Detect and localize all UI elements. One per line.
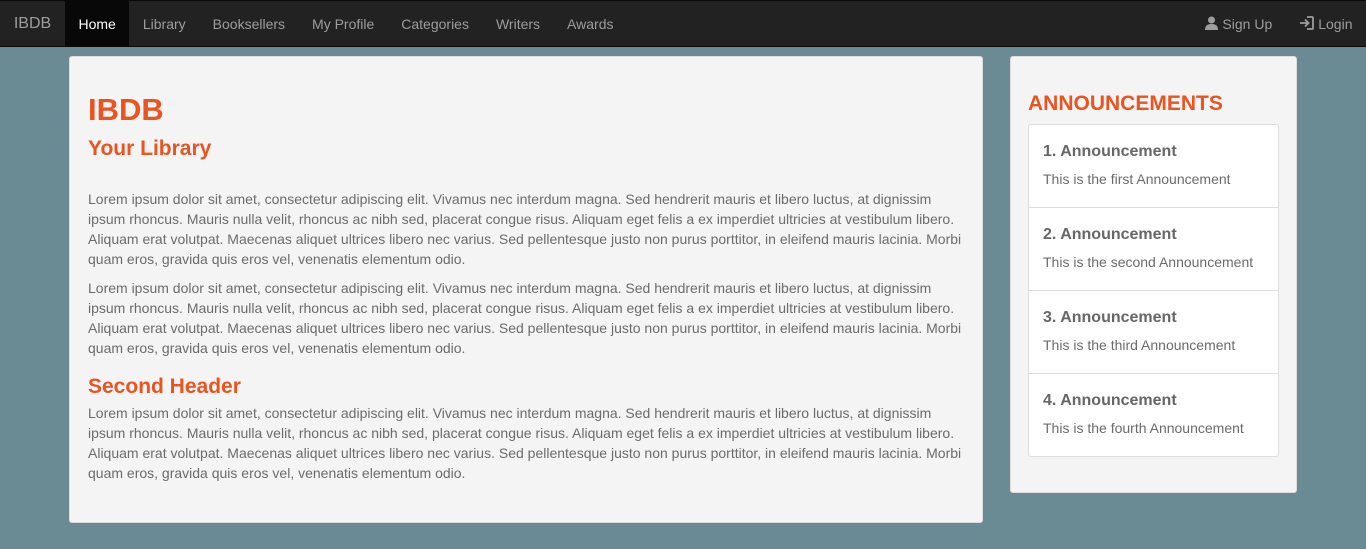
announcement-title: 4. Announcement [1043,392,1177,409]
announcement-text: This is the second Announcement [1043,254,1254,270]
login-icon [1299,2,1315,48]
page-title: IBDB [88,92,164,127]
announcement-item: 2. Announcement This is the second Annou… [1029,208,1278,291]
nav-item-writers[interactable]: Writers [482,1,553,47]
user-icon [1205,2,1219,48]
intro-paragraph: Lorem ipsum dolor sit amet, consectetur … [88,191,962,267]
announcement-item: 4. Announcement This is the fourth Annou… [1029,374,1278,456]
top-navbar: IBDB Home Library Booksellers My Profile… [0,0,1366,47]
main-content-panel: IBDB Your Library Lorem ipsum dolor sit … [69,56,983,523]
announcement-text: This is the fourth Announcement [1043,420,1244,436]
announcement-text: This is the third Announcement [1043,337,1236,353]
announcements-panel: ANNOUNCEMENTS 1. Announcement This is th… [1010,56,1297,493]
signup-label: Sign Up [1222,16,1273,32]
announcements-list: 1. Announcement This is the first Announ… [1028,124,1279,457]
login-label: Login [1318,16,1353,32]
announcement-title: 3. Announcement [1043,309,1177,326]
second-paragraph: Lorem ipsum dolor sit amet, consectetur … [88,280,962,356]
announcements-title: ANNOUNCEMENTS [1028,92,1223,115]
nav-item-categories[interactable]: Categories [388,1,483,47]
login-link[interactable]: Login [1286,1,1366,47]
nav-item-awards[interactable]: Awards [554,1,627,47]
brand-link[interactable]: IBDB [0,1,65,47]
nav-item-my-profile[interactable]: My Profile [299,1,388,47]
nav-account: Sign Up Login [1192,1,1366,47]
third-paragraph: Lorem ipsum dolor sit amet, consectetur … [88,405,962,481]
nav-item-library[interactable]: Library [129,1,199,47]
announcement-title: 1. Announcement [1043,143,1177,160]
announcement-text: This is the first Announcement [1043,171,1231,187]
announcement-item: 3. Announcement This is the third Announ… [1029,291,1278,374]
page-subtitle: Your Library [88,137,212,160]
nav-menu: Home Library Booksellers My Profile Cate… [65,1,627,47]
announcement-title: 2. Announcement [1043,226,1177,243]
nav-item-home[interactable]: Home [65,1,130,47]
nav-item-booksellers[interactable]: Booksellers [199,1,298,47]
announcement-item: 1. Announcement This is the first Announ… [1029,125,1278,208]
signup-link[interactable]: Sign Up [1192,1,1286,47]
second-header: Second Header [88,375,241,398]
